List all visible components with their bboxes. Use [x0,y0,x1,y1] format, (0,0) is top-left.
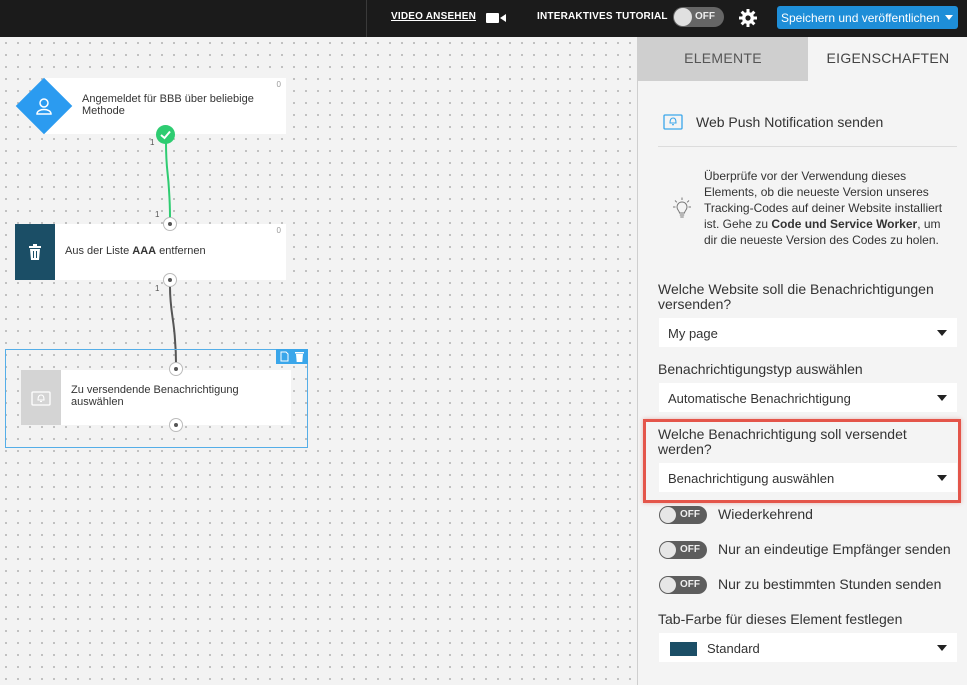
video-camera-icon[interactable] [486,12,506,24]
notification-type-value: Automatische Benachrichtigung [668,391,851,406]
tab-color-select[interactable]: Standard [659,633,957,662]
chevron-down-icon [937,330,947,336]
chevron-down-icon [937,395,947,401]
trash-icon [29,244,41,260]
top-bar: VIDEO ANSEHEN INTERAKTIVES TUTORIAL OFF … [0,0,967,37]
node-label: Angemeldet für BBB über beliebige Method… [82,93,254,117]
tab-eigenschaften[interactable]: EIGENSCHAFTEN [808,37,967,81]
recurring-label: Wiederkehrend [718,506,813,522]
unique-recipients-label: Nur an eindeutige Empfänger senden [718,541,951,557]
toggle-state: OFF [680,579,700,590]
video-link[interactable]: VIDEO ANSEHEN [391,11,476,22]
divider [658,146,957,147]
toggle-state: OFF [695,11,715,22]
tab-color-value: Standard [707,641,760,656]
chevron-down-icon [937,645,947,651]
website-select[interactable]: My page [659,318,957,347]
toggle-knob [660,577,676,593]
info-text: Überprüfe vor der Verwendung dieses Elem… [704,168,954,248]
web-push-icon [663,114,683,130]
chevron-down-icon [945,15,953,20]
remove-from-list-node[interactable]: 0 Aus der Liste AAA entfernen [15,224,286,280]
notification-type-select[interactable]: Automatische Benachrichtigung [659,383,957,412]
copy-icon[interactable] [280,351,289,362]
trash-icon[interactable] [295,351,304,362]
success-check-icon [156,125,175,144]
topbar-divider [366,0,367,37]
specific-hours-label: Nur zu bestimmten Stunden senden [718,576,942,592]
save-publish-button[interactable]: Speichern und veröffentlichen [777,6,958,29]
panel-title: Web Push Notification senden [696,114,884,130]
type-question: Benachrichtigungstyp auswählen [658,361,863,377]
color-question: Tab-Farbe für dieses Element festlegen [658,611,903,627]
output-port[interactable] [163,273,177,287]
tutorial-label: INTERAKTIVES TUTORIAL [537,11,668,22]
connector-label: 1 [155,210,160,219]
input-port[interactable] [163,217,177,231]
lightbulb-icon [673,197,691,218]
node-label: Aus der Liste AAA entfernen [65,245,275,257]
toggle-knob [660,542,676,558]
tutorial-toggle[interactable]: OFF [673,7,724,27]
toggle-knob [674,8,692,26]
website-select-value: My page [668,326,718,341]
properties-panel: ELEMENTE EIGENSCHAFTEN Web Push Notifica… [637,37,967,685]
node-label: Zu versendende Benachrichtigung auswähle… [71,384,239,408]
user-icon [36,98,52,115]
push-notification-node[interactable]: Zu versendende Benachrichtigung auswähle… [21,370,291,425]
output-port[interactable] [169,418,183,432]
input-port[interactable] [169,362,183,376]
unique-recipients-toggle[interactable]: OFF [659,541,707,559]
node-label-prefix: Aus der Liste [65,245,133,257]
specific-hours-toggle[interactable]: OFF [659,576,707,594]
node-icon-box [15,224,55,280]
node-icon-box [21,370,61,425]
toggle-knob [660,507,676,523]
node-toolbar [276,349,308,364]
highlight-box [643,419,961,503]
connector-label: 1 [150,138,155,147]
node-label-suffix: entfernen [156,245,206,257]
tab-elemente[interactable]: ELEMENTE [638,37,808,81]
bell-icon [31,390,51,406]
gear-icon[interactable] [739,9,757,27]
recurring-toggle[interactable]: OFF [659,506,707,524]
website-question: Welche Website soll die Benachrichtigung… [658,281,934,312]
code-service-worker-link[interactable]: Code und Service Worker [771,217,917,231]
toggle-state: OFF [680,509,700,520]
node-count: 0 [276,80,281,89]
list-name: AAA [132,245,157,257]
color-swatch [670,642,697,656]
node-count: 0 [276,226,281,235]
save-publish-label: Speichern und veröffentlichen [781,11,940,25]
toggle-state: OFF [680,544,700,555]
connector-label: 1 [155,284,160,293]
